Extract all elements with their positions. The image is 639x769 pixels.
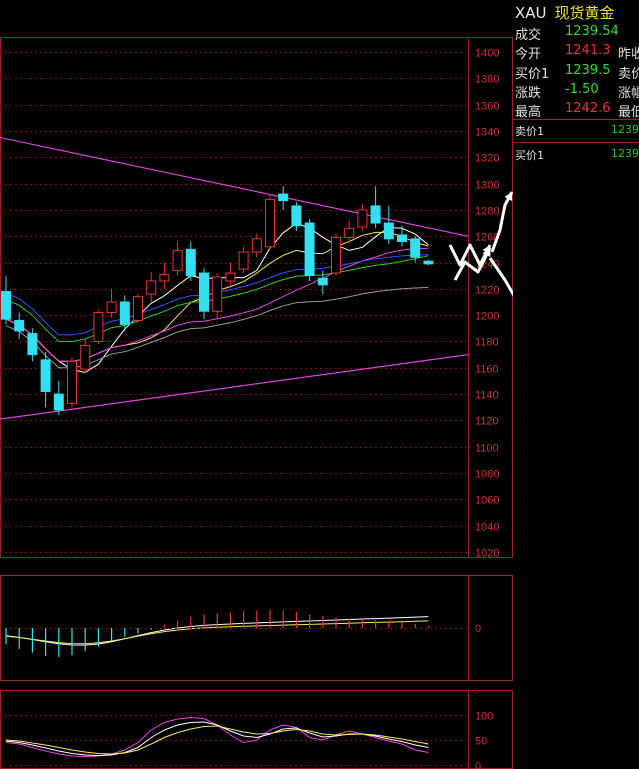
symbol-name: 现货黄金: [554, 4, 615, 22]
kdj-panel: 100 50 0: [0, 711, 493, 769]
candle-body: [14, 319, 25, 332]
kdj-tick-label: 0: [475, 761, 481, 769]
kdj-tick-label: 100: [475, 711, 493, 723]
y-tick-label: 1200: [475, 311, 499, 323]
candle-body: [119, 301, 130, 325]
quote-value: 1239.5: [565, 63, 611, 78]
kdj-line: [5, 721, 429, 757]
y-tick-label: 1080: [475, 469, 499, 481]
divider: [513, 142, 639, 143]
y-tick-label: 1380: [475, 74, 499, 86]
candle-body: [146, 280, 157, 295]
candle-body: [133, 296, 143, 321]
quote-label-secondary: 最低: [618, 105, 639, 120]
candle-body: [159, 273, 170, 282]
ask-value: 1239: [611, 123, 639, 136]
candle-body: [344, 227, 355, 239]
y-tick-label: 1220: [475, 285, 499, 297]
quote-panel: XAU 现货黄金 成交 1239.54 今开 1241.3 昨收 买价1 1239.5 卖价 涨跌…: [513, 0, 639, 769]
kdj-line: [5, 716, 429, 758]
kdj-panel-border: [0, 690, 513, 769]
quote-label: 成交: [515, 28, 542, 43]
quote-label: 买价1: [515, 67, 550, 82]
y-tick-label: 1120: [475, 416, 499, 428]
candle-body: [199, 272, 209, 312]
candle-body: [291, 205, 302, 227]
candle-body: [251, 238, 262, 253]
candle-body: [1, 290, 11, 320]
quote-header: XAU 现货黄金: [513, 2, 639, 24]
candle-body: [410, 238, 421, 258]
candle-body: [370, 205, 381, 224]
quote-label: 最高: [515, 105, 542, 120]
quote-value: 1242.6: [565, 101, 611, 116]
y-tick-label: 1100: [475, 443, 499, 455]
price-panel-border: [0, 37, 513, 558]
divider: [513, 119, 639, 120]
y-tick-label: 1160: [475, 364, 499, 376]
candle-body: [238, 251, 249, 270]
candle-body: [27, 333, 38, 356]
y-tick-label: 1340: [475, 127, 499, 139]
chart-area[interactable]: 1400138013601340132013001280126012401220…: [0, 0, 513, 769]
candle-body: [278, 193, 289, 202]
candle-body: [225, 272, 236, 282]
quote-label-secondary: 卖价: [618, 67, 639, 82]
candle-body: [397, 234, 407, 242]
candle-body: [106, 301, 117, 314]
macd-panel: 0: [0, 609, 481, 657]
candle-body: [317, 277, 328, 286]
candle-body: [80, 344, 91, 370]
candle-body: [185, 248, 196, 277]
candle-body: [304, 222, 315, 277]
candle-body: [172, 250, 183, 271]
y-tick-label: 1060: [475, 495, 499, 507]
y-tick-label: 1180: [475, 337, 499, 349]
upper-trend-line: [0, 136, 469, 237]
kdj-tick-label: 50: [475, 736, 487, 748]
quote-value: 1241.3: [565, 43, 611, 58]
quote-row: 买价1 1239.5 卖价: [513, 63, 639, 83]
y-tick-label: 1040: [475, 522, 499, 534]
candle-body: [67, 360, 77, 404]
y-tick-label: 1400: [475, 48, 499, 60]
quote-row: 最高 1242.6 最低: [513, 101, 639, 121]
quote-row: 今开 1241.3 昨收: [513, 43, 639, 63]
candle-body: [53, 393, 64, 411]
y-tick-label: 1320: [475, 153, 499, 165]
y-tick-label: 1300: [475, 180, 499, 192]
quote-label: 今开: [515, 47, 542, 62]
candlesticks: [1, 186, 434, 416]
quote-label-secondary: 涨幅: [618, 86, 639, 101]
quote-value: 1239.54: [565, 24, 619, 39]
candle-body: [423, 260, 434, 265]
y-tick-label: 1280: [475, 206, 499, 218]
price-axis: 1400138013601340132013001280126012401220…: [475, 48, 499, 560]
candle-body: [93, 312, 104, 342]
quote-row: 成交 1239.54: [513, 24, 639, 44]
quote-label-secondary: 昨收: [618, 47, 639, 62]
quote-label: 涨跌: [515, 86, 542, 101]
quote-row: 涨跌 -1.50 涨幅: [513, 82, 639, 102]
candle-body: [357, 209, 368, 228]
candle-body: [331, 237, 341, 274]
y-tick-label: 1140: [475, 390, 499, 402]
candle-body: [265, 198, 275, 248]
bid-row[interactable]: 买价1 1239: [513, 145, 639, 163]
forecast-arrow: [490, 191, 513, 253]
bid-value: 1239: [611, 147, 639, 160]
y-tick-label: 1020: [475, 548, 499, 560]
bid-label: 买价1: [515, 149, 544, 162]
y-tick-label: 1360: [475, 101, 499, 113]
macd-tick-label: 0: [475, 623, 481, 635]
quote-value: -1.50: [565, 82, 599, 97]
candle-body: [383, 222, 394, 240]
ask-label: 卖价1: [515, 125, 544, 138]
ask-row[interactable]: 卖价1 1239: [513, 121, 639, 139]
symbol-code: XAU: [515, 4, 547, 22]
candle-body: [40, 359, 51, 392]
candle-body: [212, 276, 223, 312]
